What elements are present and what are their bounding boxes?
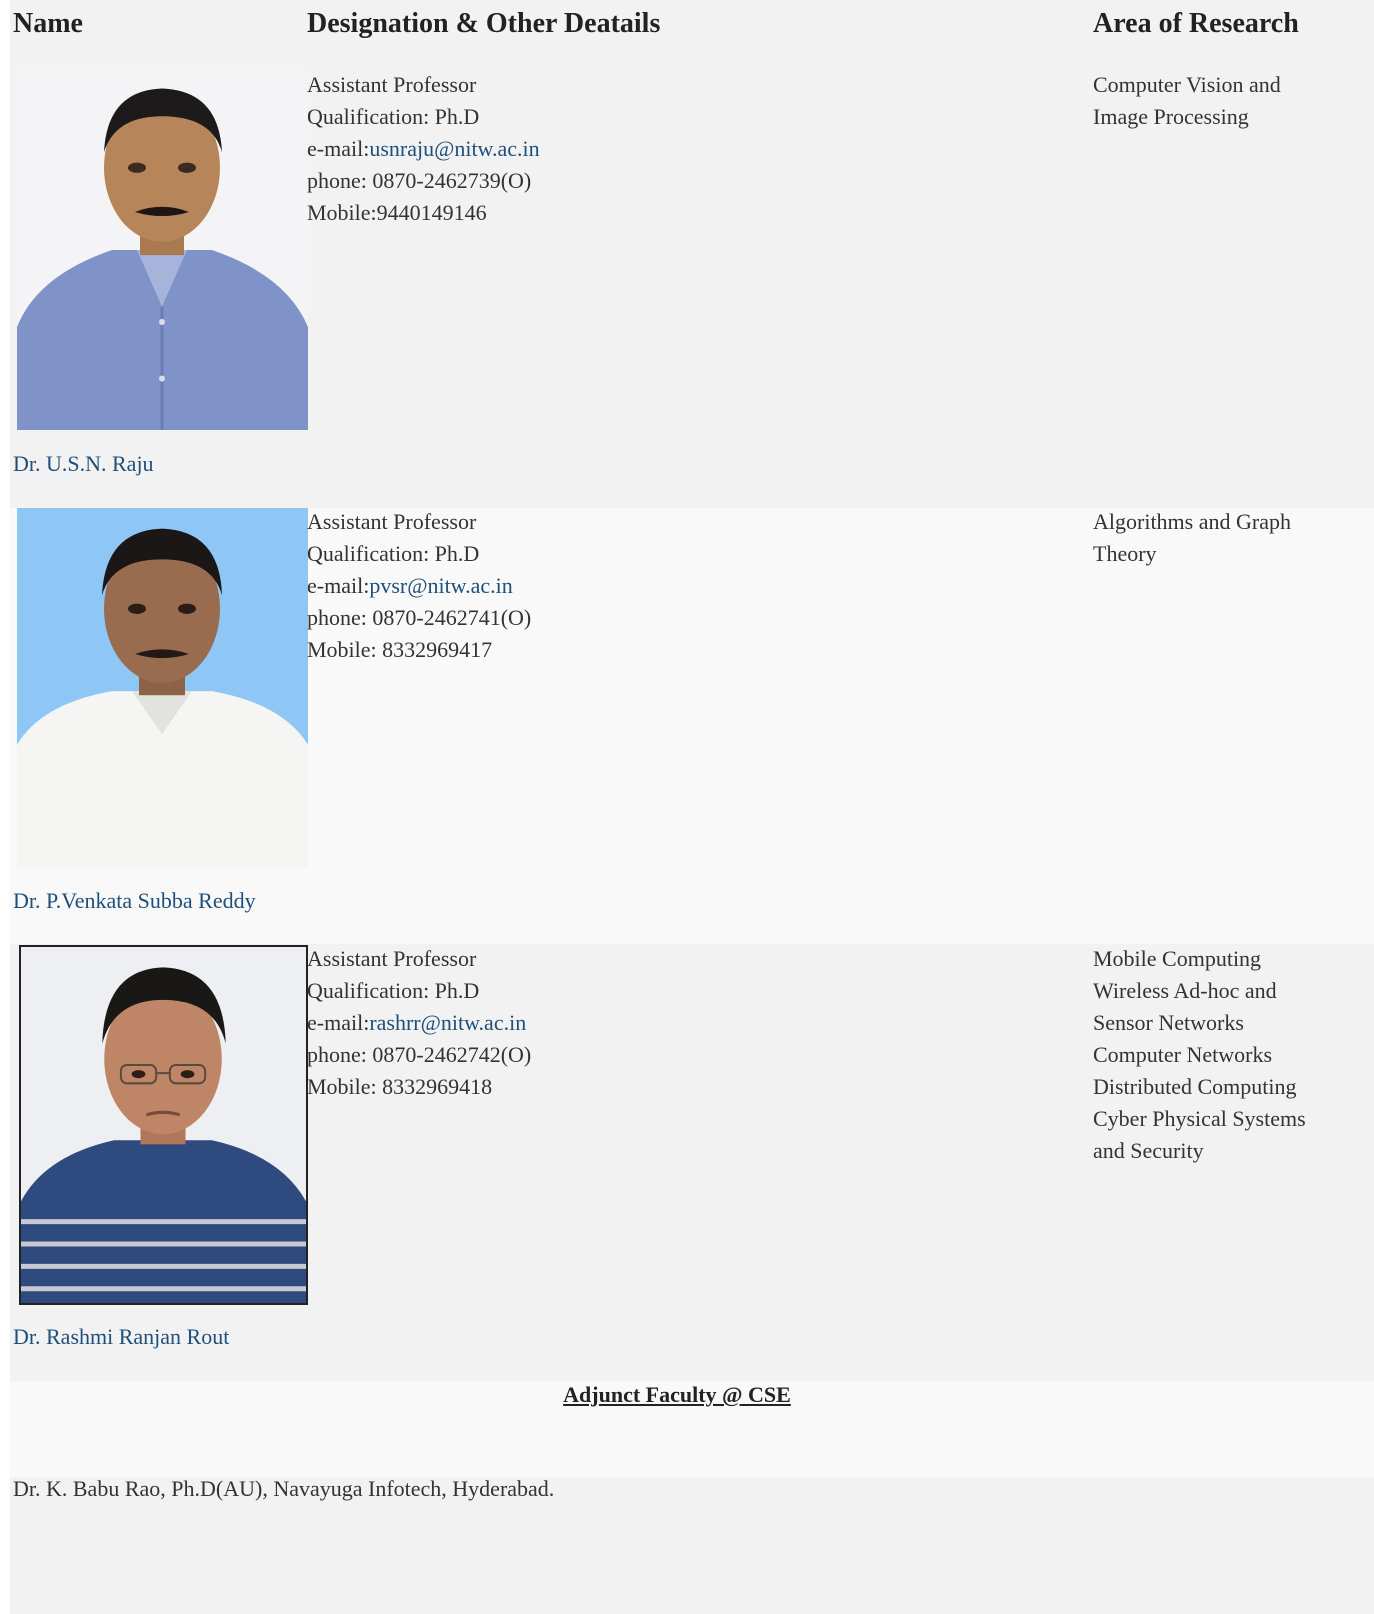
research-area-reddy: Algorithms and Graph Theory (1093, 506, 1348, 570)
email-link[interactable]: rashrr@nitw.ac.in (369, 1010, 526, 1035)
phone-text: phone: 0870-2462739(O) (307, 168, 532, 193)
header-designation: Designation & Other Deatails (307, 8, 661, 39)
qualification-text: Qualification: Ph.D (307, 104, 480, 129)
faculty-photo-reddy (17, 508, 308, 868)
email-link[interactable]: usnraju@nitw.ac.in (369, 136, 539, 161)
phone-text: phone: 0870-2462741(O) (307, 605, 532, 630)
email-link[interactable]: pvsr@nitw.ac.in (369, 573, 512, 598)
faculty-details-reddy: Assistant Professor Qualification: Ph.D … (307, 506, 1047, 666)
qualification-text: Qualification: Ph.D (307, 541, 480, 566)
mobile-text: Mobile:9440149146 (307, 200, 487, 225)
faculty-name-link-rout[interactable]: Dr. Rashmi Ranjan Rout (13, 1324, 229, 1350)
mobile-text: Mobile: 8332969418 (307, 1074, 493, 1099)
research-line: Algorithms and Graph (1093, 509, 1291, 534)
designation-text: Assistant Professor (307, 509, 477, 534)
research-area-rout: Mobile Computing Wireless Ad-hoc and Sen… (1093, 943, 1348, 1167)
research-line: Wireless Ad-hoc and (1093, 978, 1277, 1003)
faculty-details-raju: Assistant Professor Qualification: Ph.D … (307, 69, 1047, 229)
research-line: Theory (1093, 541, 1157, 566)
faculty-page: Name Designation & Other Deatails Area o… (0, 0, 1374, 1614)
mobile-text: Mobile: 8332969417 (307, 637, 493, 662)
email-label: e-mail: (307, 1010, 370, 1035)
faculty-details-rout: Assistant Professor Qualification: Ph.D … (307, 943, 1047, 1103)
research-line: Sensor Networks (1093, 1010, 1244, 1035)
faculty-photo-rout (19, 945, 308, 1305)
header-name: Name (13, 8, 83, 39)
faculty-name-link-raju[interactable]: Dr. U.S.N. Raju (13, 451, 154, 477)
email-line: e-mail:rashrr@nitw.ac.in (307, 1007, 1047, 1039)
adjunct-faculty-heading: Adjunct Faculty @ CSE (563, 1382, 791, 1407)
qualification-text: Qualification: Ph.D (307, 978, 480, 1003)
research-line: Image Processing (1093, 104, 1249, 129)
email-line: e-mail:pvsr@nitw.ac.in (307, 570, 1047, 602)
designation-text: Assistant Professor (307, 72, 477, 97)
email-line: e-mail:usnraju@nitw.ac.in (307, 133, 1047, 165)
header-research: Area of Research (1093, 8, 1299, 39)
research-area-raju: Computer Vision and Image Processing (1093, 69, 1348, 133)
faculty-name-link-reddy[interactable]: Dr. P.Venkata Subba Reddy (13, 888, 256, 914)
email-label: e-mail: (307, 136, 370, 161)
phone-text: phone: 0870-2462742(O) (307, 1042, 532, 1067)
faculty-photo-raju (17, 70, 308, 430)
research-line: and Security (1093, 1138, 1204, 1163)
research-line: Distributed Computing (1093, 1074, 1297, 1099)
research-line: Cyber Physical Systems (1093, 1106, 1306, 1131)
research-line: Computer Vision and (1093, 72, 1281, 97)
designation-text: Assistant Professor (307, 946, 477, 971)
adjunct-member: Dr. K. Babu Rao, Ph.D(AU), Navayuga Info… (13, 1476, 555, 1501)
email-label: e-mail: (307, 573, 370, 598)
research-line: Computer Networks (1093, 1042, 1273, 1067)
research-line: Mobile Computing (1093, 946, 1262, 971)
